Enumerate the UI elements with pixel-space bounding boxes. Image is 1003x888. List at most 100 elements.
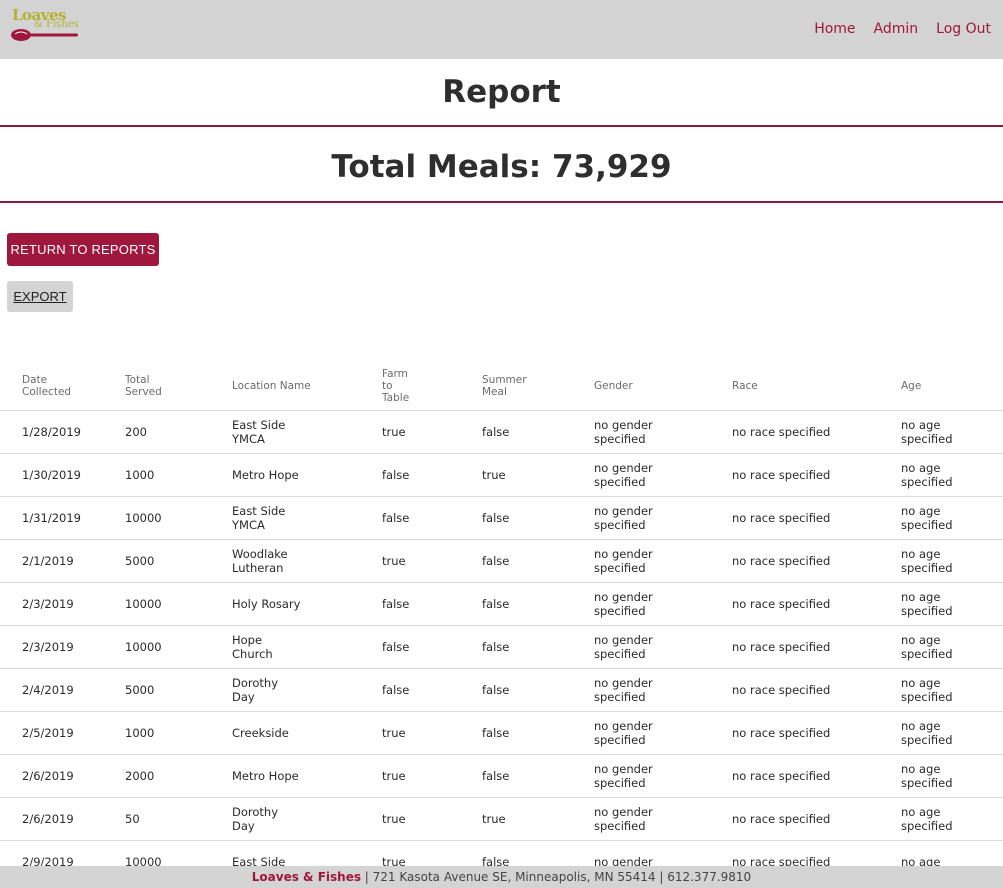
cell-summer-meal: false (482, 496, 594, 540)
export-button[interactable]: EXPORT (7, 281, 73, 312)
cell-age: no age specified (901, 668, 1003, 712)
table-row: 1/30/2019 1000 Metro Hope false true no gende… (0, 453, 1003, 497)
cell-age: no age specified (901, 410, 1003, 454)
table-row: 2/3/2019 10000 Hope Church false false no gen… (0, 625, 1003, 669)
cell-location-name: Dorothy Day (232, 668, 382, 712)
cell-location-name: East Side YMCA (232, 496, 382, 540)
cell-race: no race specified (732, 711, 901, 755)
cell-farm-to-table: false (382, 496, 482, 540)
cell-farm-to-table: false (382, 625, 482, 669)
table-row: 2/5/2019 1000 Creekside true false no gender … (0, 711, 1003, 755)
cell-gender: no gender specified (594, 668, 732, 712)
cell-gender: no gender specified (594, 539, 732, 583)
cell-location-name: Hope Church (232, 625, 382, 669)
cell-farm-to-table: true (382, 410, 482, 454)
col-age: Age (901, 362, 1003, 411)
cell-date-collected: 2/1/2019 (0, 539, 125, 583)
return-to-reports-button[interactable]: RETURN TO REPORTS (7, 233, 159, 266)
divider (0, 201, 1003, 203)
col-summer-meal: Summer Meal (482, 362, 594, 411)
table-row: 2/6/2019 50 Dorothy Day true true no gender s… (0, 797, 1003, 841)
cell-location-name: East Side YMCA (232, 410, 382, 454)
cell-race: no race specified (732, 754, 901, 798)
total-meals-heading: Total Meals: 73,929 (331, 149, 672, 185)
cell-gender: no gender specified (594, 582, 732, 626)
cell-age: no age specified (901, 625, 1003, 669)
cell-total-served: 5000 (125, 539, 232, 583)
cell-location-name: Metro Hope (232, 453, 382, 497)
spoon-icon (11, 29, 78, 41)
cell-farm-to-table: false (382, 453, 482, 497)
cell-summer-meal: false (482, 539, 594, 583)
table-row: 2/3/2019 10000 Holy Rosary false false no gen… (0, 582, 1003, 626)
cell-total-served: 1000 (125, 453, 232, 497)
cell-summer-meal: false (482, 754, 594, 798)
cell-total-served: 200 (125, 410, 232, 454)
cell-total-served: 1000 (125, 711, 232, 755)
cell-date-collected: 2/6/2019 (0, 797, 125, 841)
cell-summer-meal: false (482, 410, 594, 454)
cell-race: no race specified (732, 453, 901, 497)
footer-brand: Loaves & Fishes (251, 870, 361, 884)
col-total-served: Total Served (125, 362, 232, 411)
cell-age: no age specified (901, 453, 1003, 497)
cell-farm-to-table: true (382, 797, 482, 841)
table-row: 1/28/2019 200 East Side YMCA true false no ge… (0, 410, 1003, 454)
col-date-collected: Date Collected (0, 362, 125, 411)
cell-farm-to-table: false (382, 582, 482, 626)
cell-date-collected: 1/30/2019 (0, 453, 125, 497)
nav-admin-link[interactable]: Admin (874, 21, 919, 37)
cell-race: no race specified (732, 410, 901, 454)
col-race: Race (732, 362, 901, 411)
cell-gender: no gender specified (594, 625, 732, 669)
col-farm-to-table: Farm to Table (382, 362, 482, 411)
cell-total-served: 10000 (125, 496, 232, 540)
nav-logout-link[interactable]: Log Out (936, 21, 991, 37)
nav-home-link[interactable]: Home (814, 21, 855, 37)
table-row: 2/6/2019 2000 Metro Hope true false no gender… (0, 754, 1003, 798)
cell-summer-meal: false (482, 625, 594, 669)
cell-summer-meal: false (482, 668, 594, 712)
cell-total-served: 5000 (125, 668, 232, 712)
cell-age: no age specified (901, 711, 1003, 755)
cell-age: no age specified (901, 754, 1003, 798)
table-row: 2/1/2019 5000 Woodlake Lutheran true false no… (0, 539, 1003, 583)
cell-total-served: 10000 (125, 625, 232, 669)
cell-date-collected: 2/6/2019 (0, 754, 125, 798)
cell-summer-meal: false (482, 711, 594, 755)
table-row: 2/4/2019 5000 Dorothy Day false false no gend… (0, 668, 1003, 712)
cell-farm-to-table: true (382, 711, 482, 755)
cell-date-collected: 2/4/2019 (0, 668, 125, 712)
cell-gender: no gender specified (594, 410, 732, 454)
table-row: 1/31/2019 10000 East Side YMCA false false no… (0, 496, 1003, 540)
cell-location-name: Dorothy Day (232, 797, 382, 841)
main-nav: Home Admin Log Out (814, 21, 991, 37)
cell-farm-to-table: true (382, 754, 482, 798)
cell-race: no race specified (732, 668, 901, 712)
cell-age: no age specified (901, 797, 1003, 841)
table-header-row: Date Collected Total Served Location Nam… (0, 362, 1003, 411)
cell-race: no race specified (732, 496, 901, 540)
cell-gender: no gender specified (594, 496, 732, 540)
cell-total-served: 50 (125, 797, 232, 841)
col-location-name: Location Name (232, 362, 382, 411)
cell-date-collected: 1/28/2019 (0, 410, 125, 454)
cell-summer-meal: true (482, 453, 594, 497)
cell-farm-to-table: false (382, 668, 482, 712)
cell-location-name: Woodlake Lutheran (232, 539, 382, 583)
cell-race: no race specified (732, 625, 901, 669)
col-gender: Gender (594, 362, 732, 411)
cell-summer-meal: true (482, 797, 594, 841)
cell-total-served: 10000 (125, 582, 232, 626)
cell-gender: no gender specified (594, 453, 732, 497)
cell-race: no race specified (732, 797, 901, 841)
divider (0, 125, 1003, 127)
cell-gender: no gender specified (594, 711, 732, 755)
cell-date-collected: 1/31/2019 (0, 496, 125, 540)
loaves-fishes-logo[interactable]: Loaves & Fishes (10, 6, 82, 44)
cell-gender: no gender specified (594, 797, 732, 841)
cell-date-collected: 2/3/2019 (0, 625, 125, 669)
cell-date-collected: 2/5/2019 (0, 711, 125, 755)
cell-race: no race specified (732, 539, 901, 583)
cell-age: no age specified (901, 496, 1003, 540)
